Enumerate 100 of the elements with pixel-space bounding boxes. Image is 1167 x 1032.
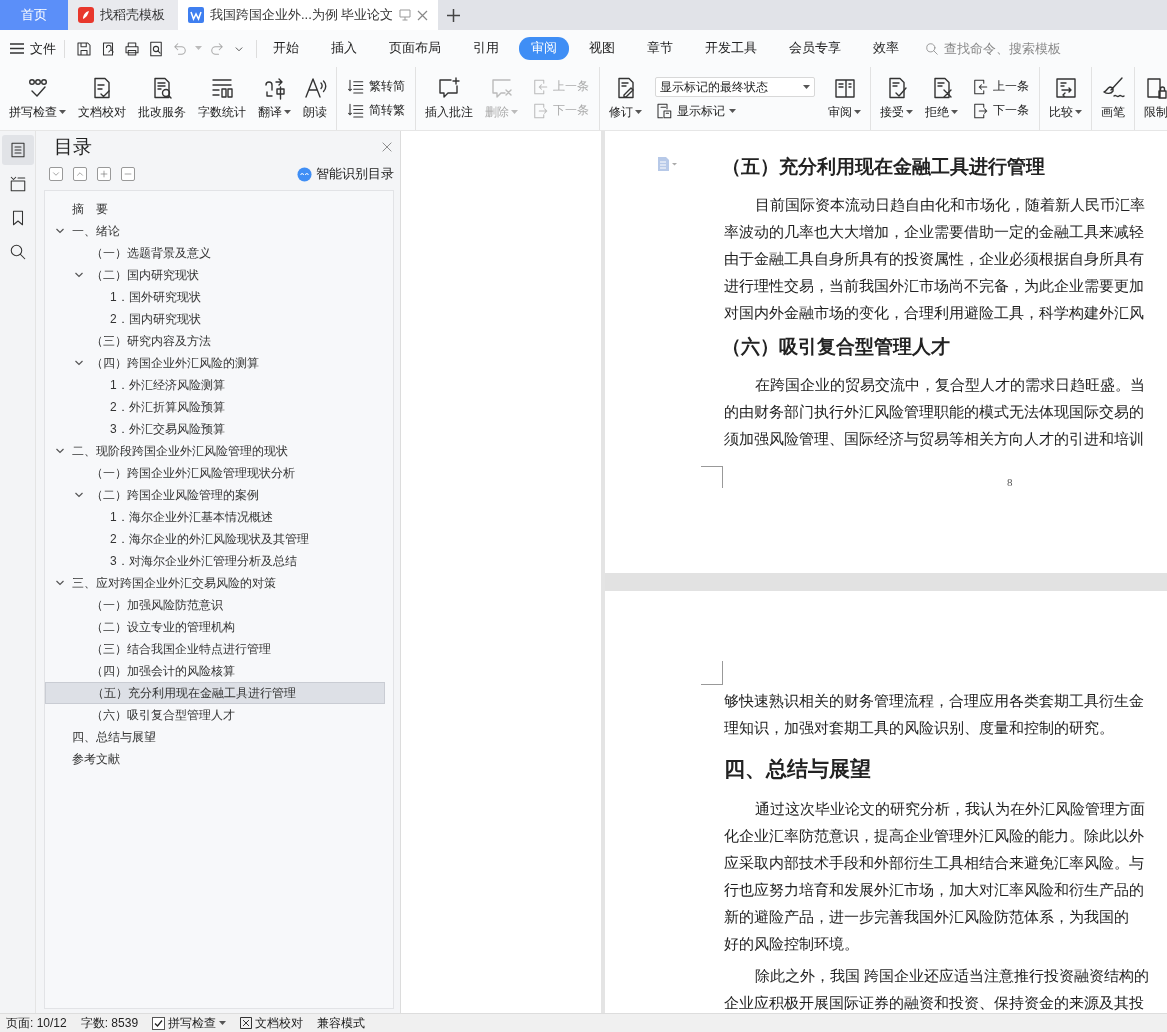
document-tab[interactable]: 我国跨国企业外...为例 毕业论文 (178, 0, 439, 30)
ribbon-tab[interactable]: 页面布局 (377, 37, 453, 60)
outline-item[interactable]: 三、应对跨国企业外汇交易风险的对策 (45, 572, 385, 594)
outline-item[interactable]: 四、总结与展望 (45, 726, 385, 748)
caret-icon (219, 1020, 227, 1026)
file-menu[interactable]: 文件 (30, 39, 56, 58)
paragraph-line: 新的避险产品，进一步完善我国外汇风险防范体系，为我国的 (724, 908, 1130, 927)
outline-item[interactable]: （三）结合我国企业特点进行管理 (45, 638, 385, 660)
ribbon-tab[interactable]: 开始 (261, 37, 311, 60)
ribbon-button[interactable]: 批改服务 (133, 67, 191, 130)
ribbon-button[interactable]: 翻译 (253, 67, 296, 130)
outline-item[interactable]: 1．海尔企业外汇基本情况概述 (45, 506, 385, 528)
outline-item[interactable]: 2．海尔企业的外汇风险现状及其管理 (45, 528, 385, 550)
review-pane-icon (832, 76, 857, 100)
outline-item[interactable]: 2．外汇折算风险预算 (45, 396, 385, 418)
ribbon-button[interactable]: 朗读 (298, 67, 332, 130)
ribbon-button[interactable]: 上一条 (971, 77, 1029, 96)
outline-item[interactable]: （一）选题背景及意义 (45, 242, 385, 264)
chevron-icon[interactable] (74, 490, 84, 500)
ribbon-button[interactable]: 拒绝 (920, 67, 963, 130)
ribbon-tab[interactable]: 插入 (319, 37, 369, 60)
ribbon-button[interactable]: 比较 (1044, 67, 1087, 130)
markup-dropdown[interactable]: 显示标记的最终状态 (655, 77, 815, 97)
smart-toc-button[interactable]: 智能识别目录 (297, 165, 394, 183)
outline-item[interactable]: （二）国内研究现状 (45, 264, 385, 286)
outline-item[interactable]: 摘 要 (45, 198, 385, 220)
ribbon-tab[interactable]: 开发工具 (693, 37, 769, 60)
outline-item[interactable]: （三）研究内容及方法 (45, 330, 385, 352)
outline-item[interactable]: 二、现阶段跨国企业外汇风险管理的现状 (45, 440, 385, 462)
subsection-heading: （六）吸引复合型管理人才 (722, 335, 951, 359)
spell-check-toggle[interactable]: 拼写检查 (152, 1014, 227, 1032)
word-count: 字数: 8539 (80, 1014, 139, 1032)
ribbon-button[interactable]: 审阅 (823, 67, 866, 130)
ribbon-button[interactable]: 修订 (604, 67, 647, 130)
outline-item[interactable]: （二）跨国企业风险管理的案例 (45, 484, 385, 506)
page-count: 页面: 10/12 (6, 1014, 67, 1032)
read-aloud-icon (303, 76, 327, 100)
save-icon (75, 39, 93, 58)
outline-item[interactable]: 一、绪论 (45, 220, 385, 242)
ribbon-button[interactable]: 画笔 (1096, 67, 1130, 130)
ribbon-tab[interactable]: 效率 (861, 37, 911, 60)
outline-item[interactable]: （四）加强会计的风险核算 (45, 660, 385, 682)
box-x-icon (240, 1017, 253, 1029)
caret-icon (195, 46, 202, 51)
ribbon-tab[interactable]: 章节 (635, 37, 685, 60)
ribbon-button[interactable]: 下一条 (971, 101, 1029, 120)
chevron-icon[interactable] (55, 578, 65, 588)
checkbox[interactable] (152, 1016, 166, 1030)
print-icon (123, 39, 141, 58)
caret-icon (59, 110, 66, 115)
document-tab[interactable]: 找稻壳模板 (68, 0, 178, 30)
sidebar-tool-button[interactable] (1, 135, 34, 165)
outline-item[interactable]: （五）充分利用现在金融工具进行管理 (45, 682, 385, 704)
chevron-icon[interactable] (74, 358, 84, 368)
search-field[interactable]: 查找命令、搜索模板 (942, 40, 1086, 57)
ribbon-button[interactable]: 接受 (875, 67, 918, 130)
ribbon-button[interactable]: 简转繁 (347, 101, 405, 120)
ribbon-tab[interactable]: 会员专享 (777, 37, 853, 60)
outline-item[interactable]: （六）吸引复合型管理人才 (45, 704, 385, 726)
chevron-icon[interactable] (74, 270, 84, 280)
outline-item[interactable]: 2．国内研究现状 (45, 308, 385, 330)
paragraph-line: 须加强风险管理、国际经济与贸易等相关方向人才的引进和培训 (724, 430, 1145, 449)
outline-item[interactable]: 3．对海尔企业外汇管理分析及总结 (45, 550, 385, 572)
outline-item[interactable]: （一）跨国企业外汇风险管理现状分析 (45, 462, 385, 484)
outline-item[interactable]: 1．外汇经济风险测算 (45, 374, 385, 396)
ribbon-button[interactable]: 文档校对 (73, 67, 131, 130)
ribbon-button[interactable]: 繁转简 (347, 77, 405, 96)
collapse-all-button[interactable] (73, 167, 87, 181)
expand-all-button[interactable] (49, 167, 63, 181)
document-logo-icon (188, 7, 204, 23)
caret-icon (729, 108, 736, 114)
caret-icon (635, 110, 642, 115)
paragraph-line: 由于金融工具自身所具有的投资属性，企业必须根据自身所具有 (724, 250, 1145, 269)
smart-icon (297, 166, 312, 182)
outline-item[interactable]: （一）加强风险防范意识 (45, 594, 385, 616)
expand-button[interactable] (97, 167, 111, 181)
paragraph-line: 通过这次毕业论文的研究分析，我认为在外汇风险管理方面 (754, 800, 1146, 819)
paragraph-line: 进行理性交易，当前我国外汇市场尚不完备，为此企业需要更加 (724, 277, 1145, 296)
chevron-icon[interactable] (55, 446, 65, 456)
add-icon[interactable] (447, 8, 461, 22)
collapse-button[interactable] (121, 167, 135, 181)
show-markup-button[interactable]: 显示标记 (655, 102, 815, 120)
chevron-icon[interactable] (55, 226, 65, 236)
outline-item[interactable]: 1．国外研究现状 (45, 286, 385, 308)
ribbon-tab[interactable]: 视图 (577, 37, 627, 60)
ribbon-button[interactable]: 限制 (1139, 67, 1167, 130)
close-icon[interactable] (417, 9, 429, 21)
outline-item[interactable]: 3．外汇交易风险预算 (45, 418, 385, 440)
ribbon-button[interactable]: 拼写检查 (4, 67, 71, 130)
ribbon-button[interactable]: 插入批注 (420, 67, 478, 130)
chevron-up-icon (75, 169, 85, 179)
menu-icon[interactable] (10, 43, 24, 54)
outline-item[interactable]: 参考文献 (45, 748, 385, 770)
ribbon-button[interactable]: 字数统计 (193, 67, 251, 130)
brush-icon (1101, 76, 1125, 100)
proofread-button[interactable]: 文档校对 (240, 1014, 304, 1032)
previous-icon (531, 77, 549, 96)
ribbon-tab[interactable]: 引用 (461, 37, 511, 60)
outline-item[interactable]: （四）跨国企业外汇风险的测算 (45, 352, 385, 374)
outline-item[interactable]: （二）设立专业的管理机构 (45, 616, 385, 638)
